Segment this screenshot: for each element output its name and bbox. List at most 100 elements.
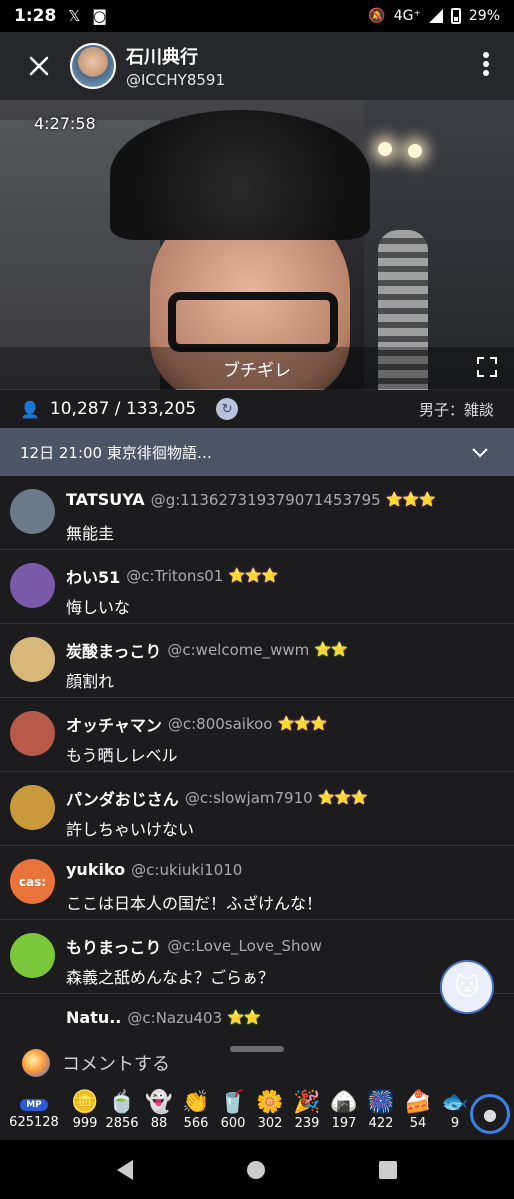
fullscreen-icon [477, 357, 497, 377]
commenter-name[interactable]: 炭酸まっこり [66, 638, 161, 662]
comment-row[interactable]: パンダおじさん @c:slowjam7910 ⭐⭐⭐ 許しちゃいけない [0, 772, 514, 846]
supporter-badge-icon: ⭐⭐⭐ [317, 790, 368, 806]
commenter-id: @c:welcome_wwm [167, 641, 310, 659]
gift-bar[interactable]: MP 625128 🪙 999 🍵 2856 👻 88 👏 566 🥤 600 🌼 302 🎉 239 🍙 1… [0, 1088, 514, 1140]
gift-item[interactable]: 👻 88 [138, 1088, 180, 1131]
x-app-icon: 𝕏 [68, 7, 81, 25]
comment-text: ここは日本人の国だ！ふざけんな！ [66, 894, 323, 913]
comment-row[interactable]: わい51 @c:Tritons01 ⭐⭐⭐ 悔しいな [0, 550, 514, 624]
video-light [378, 142, 392, 156]
drink-icon: 🥤 [219, 1090, 247, 1115]
stream-title: ブチギレ [0, 347, 514, 389]
user-avatar-icon [22, 1049, 50, 1077]
video-light [408, 144, 422, 158]
gift-item[interactable]: 🎉 239 [286, 1088, 328, 1131]
comment-input[interactable]: コメントする [62, 1050, 170, 1076]
commenter-name[interactable]: TATSUYA [66, 490, 145, 509]
gift-item[interactable]: 🌼 302 [249, 1088, 291, 1131]
comment-row[interactable]: Natu.. @c:Nazu403 ⭐⭐ [0, 994, 514, 1038]
commenter-id: @c:Love_Love_Show [167, 937, 322, 955]
gift-count: 239 [294, 1116, 320, 1131]
gift-item[interactable]: 🎆 422 [360, 1088, 402, 1131]
comment-text: 無能圭 [66, 524, 115, 543]
comment-list[interactable]: TATSUYA @g:113627319379071453795 ⭐⭐⭐ 無能圭 わい5… [0, 476, 514, 1038]
supporter-badge-icon: ⭐⭐⭐ [385, 491, 436, 508]
host-id: @ICCHY8591 [126, 71, 225, 89]
commenter-id: @c:ukiuki1010 [131, 860, 243, 879]
network-label: 4G⁺ [393, 8, 421, 24]
commenter-name[interactable]: パンダおじさん [66, 786, 179, 810]
drag-handle[interactable] [230, 1046, 284, 1052]
event-banner[interactable]: 12日 21:00 東京徘徊物語… [0, 428, 514, 476]
battery-percent: 29% [468, 8, 500, 24]
cake-icon: 🍰 [404, 1090, 432, 1115]
stream-category[interactable]: 男子：雑談 [419, 399, 494, 420]
comment-row[interactable]: TATSUYA @g:113627319379071453795 ⭐⭐⭐ 無能圭 [0, 476, 514, 550]
gift-item[interactable]: 👏 566 [175, 1088, 217, 1131]
coin-purchase-button[interactable]: ● [470, 1094, 510, 1134]
streamer-glasses [168, 292, 338, 352]
commenter-id: @c:slowjam7910 [184, 789, 313, 807]
host-avatar[interactable] [70, 43, 116, 89]
gift-mascot-button[interactable]: 🐱 [440, 960, 494, 1014]
mp-count: 625128 [9, 1115, 59, 1130]
refresh-button[interactable]: ↻ [216, 398, 239, 420]
gift-item[interactable]: 🪙 999 [64, 1088, 106, 1131]
gift-item[interactable]: 🍰 54 [397, 1088, 439, 1131]
camera-notification-icon: ◙ [92, 7, 107, 25]
supporter-badge-icon: ⭐⭐ [314, 642, 348, 658]
supporter-badge-icon: ⭐⭐⭐ [228, 568, 278, 584]
commenter-avatar[interactable] [10, 711, 55, 756]
host-info[interactable]: 石川典行 @ICCHY8591 [126, 43, 225, 89]
more-options-button[interactable] [482, 51, 490, 82]
fullscreen-button[interactable] [476, 356, 498, 378]
header: 石川典行 @ICCHY8591 [0, 32, 514, 100]
clap-icon: 👏 [182, 1090, 210, 1115]
flower-icon: 🌼 [256, 1090, 284, 1115]
commenter-avatar[interactable]: cas: [10, 859, 55, 904]
mp-balance[interactable]: MP 625128 [8, 1092, 60, 1130]
comment-text: 顔割れ [66, 672, 115, 691]
gift-item[interactable]: 🍙 197 [323, 1088, 365, 1131]
recent-apps-icon[interactable] [379, 1160, 397, 1179]
chevron-down-icon[interactable] [472, 442, 488, 463]
mute-icon: 🔕 [368, 8, 386, 24]
viewer-count: 10,287 / 133,205 [49, 399, 197, 419]
comment-row[interactable]: cas: yukiko @c:ukiuki1010 ここは日本人の国だ！ふざけんな！ [0, 846, 514, 920]
commenter-name[interactable]: わい51 [66, 564, 120, 588]
commenter-avatar[interactable] [10, 563, 55, 608]
comment-row[interactable]: オッチャマン @c:800saikoo ⭐⭐⭐ もう晒しレベル [0, 698, 514, 772]
supporter-badge-icon: ⭐⭐⭐ [277, 716, 327, 732]
close-icon [29, 56, 49, 76]
comment-text: もう晒しレベル [66, 746, 178, 765]
gift-count: 566 [183, 1116, 209, 1131]
commenter-avatar[interactable] [10, 933, 55, 978]
close-button[interactable] [14, 41, 64, 91]
commenter-avatar[interactable] [10, 785, 55, 830]
home-icon[interactable] [247, 1160, 265, 1179]
comment-text: 許しちゃいけない [66, 820, 195, 839]
commenter-name[interactable]: yukiko [66, 860, 125, 879]
commenter-name[interactable]: Natu.. [66, 1008, 121, 1027]
status-bar: 1:28 𝕏 ◙ 🔕 4G⁺ 29% [0, 0, 514, 32]
stream-elapsed-time: 4:27:58 [34, 114, 96, 133]
gift-count: 88 [150, 1116, 168, 1131]
gift-count: 999 [72, 1116, 98, 1131]
system-nav-bar [0, 1140, 514, 1199]
commenter-id: @g:113627319379071453795 [150, 490, 381, 509]
gift-item[interactable]: 🍵 2856 [101, 1088, 143, 1131]
commenter-name[interactable]: もりまっこり [66, 934, 161, 958]
comment-text: 悔しいな [66, 598, 131, 617]
commenter-avatar[interactable] [10, 637, 55, 682]
back-icon[interactable] [117, 1159, 133, 1180]
commenter-avatar[interactable] [10, 489, 55, 534]
refresh-icon: ↻ [221, 401, 233, 417]
viewer-stats-bar: 👤 10,287 / 133,205 ↻ 男子：雑談 [0, 390, 514, 428]
comment-row[interactable]: 炭酸まっこり @c:welcome_wwm ⭐⭐ 顔割れ [0, 624, 514, 698]
comment-row[interactable]: もりまっこり @c:Love_Love_Show 森義之舐めんなよ？ごらぁ？ [0, 920, 514, 994]
supporter-badge-icon: ⭐⭐ [227, 1009, 261, 1026]
gift-count: 302 [257, 1116, 283, 1131]
gift-item[interactable]: 🥤 600 [212, 1088, 254, 1131]
event-text: 12日 21:00 東京徘徊物語… [20, 443, 212, 462]
commenter-name[interactable]: オッチャマン [66, 712, 162, 736]
